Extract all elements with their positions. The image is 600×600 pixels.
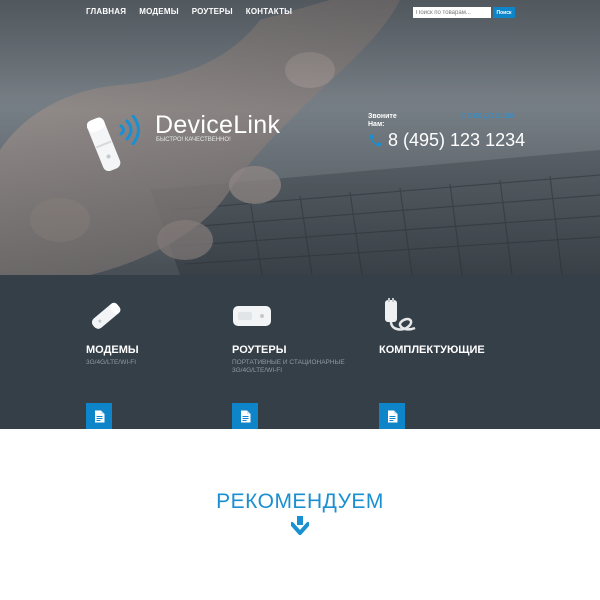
arrow-down-icon[interactable] bbox=[291, 516, 309, 536]
router-image bbox=[233, 306, 271, 326]
category-title: КОМПЛЕКТУЮЩИЕ bbox=[379, 344, 485, 356]
category-details-button[interactable] bbox=[86, 403, 112, 429]
search-input[interactable] bbox=[413, 7, 491, 18]
brand-name: DeviceLink bbox=[155, 111, 281, 139]
search-form: Поиск bbox=[413, 7, 515, 18]
document-icon bbox=[240, 410, 250, 422]
category-details-button[interactable] bbox=[232, 403, 258, 429]
working-hours: С 9:00 ДО 21:00 bbox=[461, 113, 514, 120]
document-icon bbox=[387, 410, 397, 422]
category-subtitle: 3G/4G/LTE/WI-FI bbox=[86, 359, 137, 366]
phone-icon bbox=[369, 134, 382, 147]
nav-item-home[interactable]: ГЛАВНАЯ bbox=[86, 7, 126, 16]
phone-number[interactable]: 8 (495) 123 1234 bbox=[388, 130, 525, 151]
category-routers[interactable]: РОУТЕРЫ ПОРТАТИВНЫЕ И СТАЦИОНАРНЫЕ 3G/4G… bbox=[232, 275, 372, 429]
brand-tagline: БЫСТРО! КАЧЕСТВЕННО! bbox=[156, 137, 231, 143]
category-accessories[interactable]: КОМПЛЕКТУЮЩИЕ bbox=[379, 275, 519, 429]
document-icon bbox=[94, 410, 104, 422]
category-modems[interactable]: МОДЕМЫ 3G/4G/LTE/WI-FI bbox=[86, 275, 226, 429]
call-label: Звоните Нам: bbox=[368, 113, 397, 128]
nav-item-modems[interactable]: МОДЕМЫ bbox=[139, 7, 179, 16]
category-title: МОДЕМЫ bbox=[86, 344, 139, 356]
recommend-heading: РЕКОМЕНДУЕМ bbox=[216, 490, 384, 513]
category-band: МОДЕМЫ 3G/4G/LTE/WI-FI РОУТЕРЫ ПОРТАТИВН… bbox=[0, 275, 600, 429]
category-title: РОУТЕРЫ bbox=[232, 344, 287, 356]
usb-modem-image bbox=[91, 302, 121, 329]
hero-banner: ГЛАВНАЯ МОДЕМЫ РОУТЕРЫ КОНТАКТЫ Поиск De… bbox=[0, 0, 600, 275]
category-subtitle: ПОРТАТИВНЫЕ И СТАЦИОНАРНЫЕ 3G/4G/LTE/WI-… bbox=[232, 359, 345, 374]
nav-item-contacts[interactable]: КОНТАКТЫ bbox=[246, 7, 292, 16]
main-nav: ГЛАВНАЯ МОДЕМЫ РОУТЕРЫ КОНТАКТЫ bbox=[86, 7, 292, 16]
nav-item-routers[interactable]: РОУТЕРЫ bbox=[192, 7, 233, 16]
charger-image bbox=[385, 298, 416, 331]
search-button[interactable]: Поиск bbox=[493, 7, 515, 18]
wireless-signal-icon bbox=[119, 115, 140, 145]
category-details-button[interactable] bbox=[379, 403, 405, 429]
